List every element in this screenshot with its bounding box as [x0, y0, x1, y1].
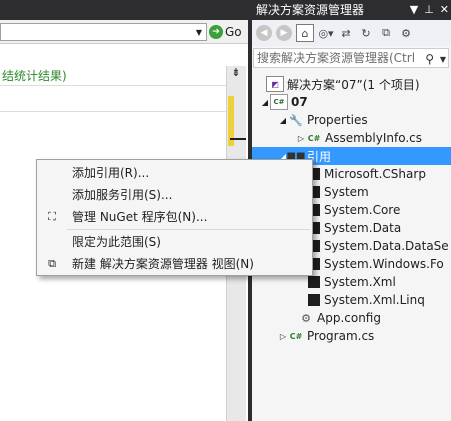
url-combo[interactable]: ▼: [0, 23, 207, 41]
panel-title: 解决方案资源管理器: [256, 3, 365, 17]
wrench-icon: 🔧: [289, 113, 303, 127]
menu-item-new-view[interactable]: ⧉ 新建 解决方案资源管理器 视图(N): [37, 253, 347, 275]
collapsed-triangle-icon[interactable]: ▷: [278, 332, 288, 341]
properties-wrench-icon[interactable]: ⚙: [398, 25, 414, 41]
editor-tab-strip: [0, 0, 248, 20]
search-placeholder: 搜索解决方案资源管理器(Ctrl: [257, 51, 416, 65]
menu-item-add-service-reference[interactable]: 添加服务引用(S)...: [37, 184, 347, 206]
tree-node-assemblyinfo[interactable]: ▷ C# AssemblyInfo.cs: [296, 129, 422, 147]
new-window-icon: ⧉: [48, 257, 56, 270]
close-icon[interactable]: ✕: [440, 0, 449, 20]
go-label: Go: [225, 25, 242, 39]
tree-node-reference[interactable]: System.Xml.Linq: [308, 291, 425, 309]
csharp-project-icon: C#: [270, 94, 288, 110]
refresh-icon[interactable]: ↻: [358, 25, 374, 41]
go-arrow-icon: ➔: [209, 25, 223, 39]
tree-node-project[interactable]: ◢ C# 07: [260, 93, 308, 111]
sync-icon[interactable]: ⇄: [338, 25, 354, 41]
collapse-all-icon[interactable]: ⧉: [378, 25, 394, 41]
tree-node-appconfig[interactable]: ⚙ App.config: [288, 309, 381, 327]
search-icon[interactable]: ⚲: [425, 50, 434, 67]
find-results-line[interactable]: 结统计结果): [0, 66, 226, 86]
tree-node-program[interactable]: ▷ C# Program.cs: [278, 327, 374, 345]
split-icon[interactable]: ⇟: [229, 67, 243, 81]
solution-icon: ◩: [266, 76, 284, 92]
scrollbar-caret-marker: [230, 138, 246, 140]
menu-separator: [67, 229, 310, 230]
menu-item-manage-nuget[interactable]: ⛶ 管理 NuGet 程序包(N)...: [37, 206, 347, 228]
assembly-icon: [308, 294, 320, 306]
search-input[interactable]: 搜索解决方案资源管理器(Ctrl ⚲ ▼: [253, 48, 449, 68]
chevron-down-icon[interactable]: ▼: [192, 24, 206, 40]
document-row[interactable]: [0, 92, 226, 112]
menu-item-scope-to-this[interactable]: 限定为此范围(S): [37, 231, 347, 253]
forward-icon[interactable]: ▶: [276, 25, 292, 41]
solution-explorer-toolbar: ◀ ▶ ⌂ ◎▾ ⇄ ↻ ⧉ ⚙: [252, 20, 451, 46]
assembly-icon: [308, 276, 320, 288]
menu-item-add-reference[interactable]: 添加引用(R)...: [37, 162, 347, 184]
collapsed-triangle-icon[interactable]: ▷: [296, 134, 306, 143]
tree-node-properties[interactable]: ◢ 🔧 Properties: [278, 111, 368, 129]
tree-node-solution[interactable]: ◩ 解决方案“07”(1 个项目): [256, 75, 420, 93]
go-button[interactable]: ➔ Go: [209, 22, 246, 42]
context-menu: 添加引用(R)... 添加服务引用(S)... ⛶ 管理 NuGet 程序包(N…: [36, 159, 313, 276]
pin-icon[interactable]: ⊥: [424, 0, 434, 20]
dropdown-icon[interactable]: ▼: [410, 0, 418, 20]
search-options-chevron-icon[interactable]: ▼: [440, 51, 446, 67]
home-icon[interactable]: ⌂: [296, 24, 314, 42]
title-buttons: ▼ ⊥ ✕: [410, 0, 449, 20]
config-file-icon: ⚙: [301, 311, 311, 325]
back-icon[interactable]: ◀: [256, 25, 272, 41]
csharp-file-icon: C#: [307, 133, 321, 143]
expanded-triangle-icon[interactable]: ◢: [278, 116, 288, 125]
pending-changes-filter-icon[interactable]: ◎▾: [318, 25, 334, 41]
expanded-triangle-icon[interactable]: ◢: [260, 98, 270, 107]
csharp-file-icon: C#: [289, 331, 303, 341]
solution-explorer-title-bar: 解决方案资源管理器 ▼ ⊥ ✕: [252, 0, 451, 20]
tree-node-reference[interactable]: System.Xml: [308, 273, 396, 291]
nuget-package-icon: ⛶: [48, 210, 56, 223]
